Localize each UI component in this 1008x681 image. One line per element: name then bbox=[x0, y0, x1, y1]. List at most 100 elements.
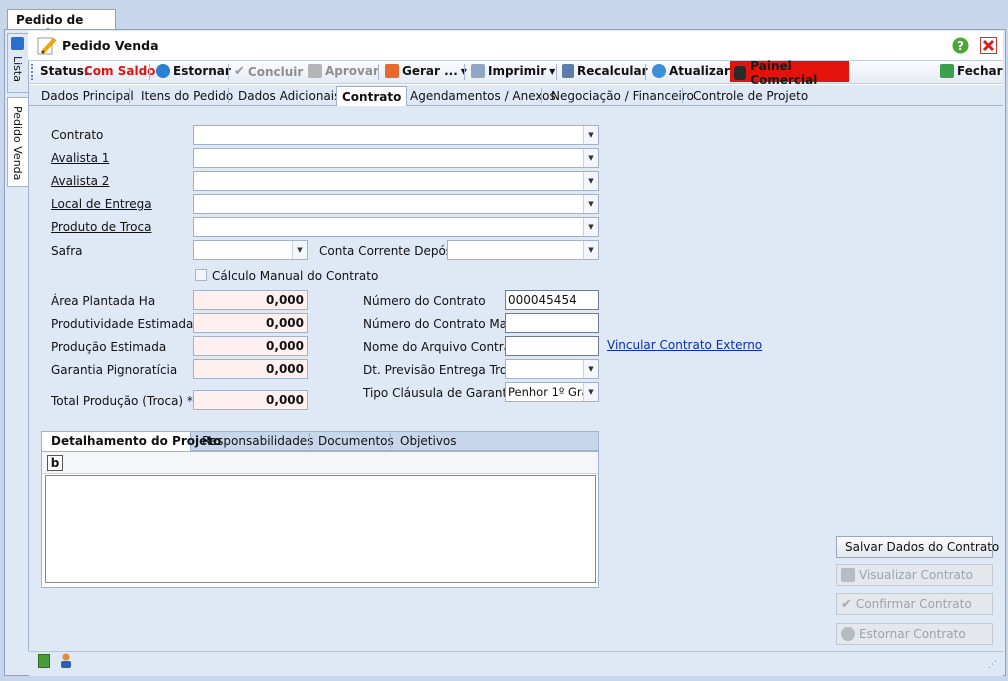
aprovar-button[interactable]: Aprovar bbox=[308, 64, 379, 78]
painel-comercial-button[interactable]: Painel Comercial bbox=[730, 59, 849, 87]
subtab-documentos[interactable]: Documentos bbox=[318, 434, 394, 448]
visualizar-contrato-button[interactable]: Visualizar Contrato bbox=[836, 564, 993, 586]
gerar-button[interactable]: Gerar ... ▼ bbox=[385, 64, 467, 78]
help-icon[interactable]: ? bbox=[952, 37, 969, 54]
toolbar-separator bbox=[556, 64, 557, 80]
chevron-down-icon[interactable]: ▼ bbox=[583, 195, 598, 213]
contrato-label: Contrato bbox=[51, 128, 104, 142]
svg-text:?: ? bbox=[957, 39, 964, 53]
chevron-down-icon[interactable]: ▼ bbox=[583, 383, 598, 401]
undo-icon bbox=[841, 627, 855, 641]
salvar-contrato-button[interactable]: Salvar Dados do Contrato bbox=[836, 536, 999, 558]
subtab-detalhamento[interactable]: Detalhamento do Projeto bbox=[51, 434, 221, 448]
chevron-down-icon[interactable]: ▼ bbox=[583, 241, 598, 259]
tab-contrato[interactable]: Contrato bbox=[336, 86, 408, 107]
close-icon[interactable] bbox=[980, 37, 997, 54]
tab-separator bbox=[390, 433, 391, 449]
vincular-contrato-link[interactable]: Vincular Contrato Externo bbox=[607, 338, 762, 352]
total-producao-label: Total Produção (Troca) * bbox=[51, 394, 193, 408]
tab-separator bbox=[129, 88, 130, 103]
nome-arquivo-label: Nome do Arquivo Contrato bbox=[363, 340, 524, 354]
area-plantada-field[interactable]: 0,000 bbox=[193, 290, 308, 310]
editor-toolbar bbox=[42, 452, 598, 474]
subtab-objetivos[interactable]: Objetivos bbox=[400, 434, 457, 448]
chevron-down-icon[interactable]: ▼ bbox=[583, 172, 598, 190]
toolbar-grip bbox=[31, 64, 34, 80]
status-bar bbox=[29, 651, 1003, 676]
tab-separator bbox=[228, 88, 229, 103]
status-value: Com Saldo bbox=[84, 64, 156, 78]
estornar-button[interactable]: Estornar bbox=[156, 64, 231, 78]
side-tab-lista[interactable]: Lista bbox=[7, 33, 29, 93]
detalhamento-textarea[interactable] bbox=[45, 475, 596, 583]
chevron-down-icon[interactable]: ▼ bbox=[583, 126, 598, 144]
bold-button[interactable]: b bbox=[47, 455, 63, 471]
contrato-combo[interactable]: ▼ bbox=[193, 125, 599, 145]
exit-icon bbox=[940, 64, 954, 78]
produtividade-field[interactable]: 0,000 bbox=[193, 313, 308, 333]
chevron-down-icon[interactable]: ▼ bbox=[583, 360, 598, 378]
dt-previsao-combo[interactable]: ▼ bbox=[505, 359, 599, 379]
list-icon bbox=[11, 37, 24, 50]
refresh-icon bbox=[652, 64, 666, 78]
chevron-down-icon[interactable]: ▼ bbox=[292, 241, 307, 259]
check-icon: ✔ bbox=[234, 64, 245, 79]
check-icon: ✔ bbox=[841, 596, 852, 612]
garantia-field[interactable]: 0,000 bbox=[193, 359, 308, 379]
atualizar-button[interactable]: Atualizar bbox=[652, 64, 730, 78]
chevron-down-icon: ▼ bbox=[549, 66, 556, 76]
nome-arquivo-field[interactable] bbox=[505, 336, 599, 356]
chevron-down-icon[interactable]: ▼ bbox=[583, 218, 598, 236]
tab-negociacao-financeiro[interactable]: Negociação / Financeiro bbox=[551, 86, 694, 106]
conta-corrente-combo[interactable]: ▼ bbox=[447, 240, 599, 260]
notes-icon[interactable] bbox=[38, 654, 50, 668]
producao-label: Produção Estimada bbox=[51, 340, 167, 354]
tab-itens-do-pedido[interactable]: Itens do Pedido bbox=[141, 86, 233, 106]
tipo-clausula-combo[interactable]: Penhor 1º Grau ▼ bbox=[505, 382, 599, 402]
local-entrega-label[interactable]: Local de Entrega bbox=[51, 197, 152, 211]
toolbar-separator bbox=[149, 64, 150, 80]
numero-contrato-field[interactable]: 000045454 bbox=[505, 290, 599, 310]
generate-icon bbox=[385, 64, 399, 78]
avalista1-label[interactable]: Avalista 1 bbox=[51, 151, 109, 165]
tab-separator bbox=[541, 88, 542, 103]
status-label: Status: bbox=[40, 64, 89, 78]
estornar-contrato-button[interactable]: Estornar Contrato bbox=[836, 623, 993, 645]
avalista2-label[interactable]: Avalista 2 bbox=[51, 174, 109, 188]
avalista1-combo[interactable]: ▼ bbox=[193, 148, 599, 168]
user-icon[interactable] bbox=[60, 653, 72, 668]
fechar-button[interactable]: Fechar bbox=[940, 64, 1003, 78]
chevron-down-icon[interactable]: ▼ bbox=[583, 149, 598, 167]
recalcular-button[interactable]: Recalcular bbox=[562, 64, 648, 78]
producao-field[interactable]: 0,000 bbox=[193, 336, 308, 356]
tab-agendamentos-anexos[interactable]: Agendamentos / Anexos bbox=[410, 86, 556, 106]
tab-dados-principal[interactable]: Dados Principal bbox=[41, 86, 134, 106]
approve-icon bbox=[308, 64, 322, 78]
resize-grip-icon[interactable]: ⋰ bbox=[988, 660, 997, 670]
tab-dados-adicionais[interactable]: Dados Adicionais bbox=[238, 86, 340, 106]
toolbar-separator bbox=[464, 64, 465, 80]
tab-controle-de-projeto[interactable]: Controle de Projeto bbox=[693, 86, 808, 106]
confirmar-contrato-button[interactable]: ✔ Confirmar Contrato bbox=[836, 593, 993, 615]
title-bar bbox=[28, 31, 1003, 60]
tab-separator bbox=[682, 88, 683, 103]
produto-troca-label[interactable]: Produto de Troca bbox=[51, 220, 151, 234]
toolbar-separator bbox=[228, 64, 229, 80]
produto-troca-combo[interactable]: ▼ bbox=[193, 217, 599, 237]
toolbar-separator bbox=[378, 64, 379, 80]
panel-icon bbox=[734, 66, 747, 80]
numero-contrato-manual-field[interactable] bbox=[505, 313, 599, 333]
side-tab-pedido-venda[interactable]: Pedido Venda bbox=[7, 97, 29, 187]
calculo-manual-checkbox[interactable] bbox=[195, 269, 207, 281]
conta-corrente-label: Conta Corrente Depósito bbox=[319, 244, 468, 258]
produtividade-label: Produtividade Estimada bbox=[51, 317, 194, 331]
imprimir-button[interactable]: Imprimir ▼ bbox=[471, 64, 555, 78]
avalista2-combo[interactable]: ▼ bbox=[193, 171, 599, 191]
tab-separator bbox=[309, 433, 310, 449]
total-producao-field[interactable]: 0,000 bbox=[193, 390, 308, 410]
tab-pedido-de-venda[interactable]: Pedido de Venda bbox=[7, 9, 116, 41]
subtab-responsabilidades[interactable]: Responsabilidades bbox=[202, 434, 313, 448]
local-entrega-combo[interactable]: ▼ bbox=[193, 194, 599, 214]
safra-combo[interactable]: ▼ bbox=[193, 240, 308, 260]
concluir-button[interactable]: ✔ Concluir bbox=[234, 64, 303, 79]
